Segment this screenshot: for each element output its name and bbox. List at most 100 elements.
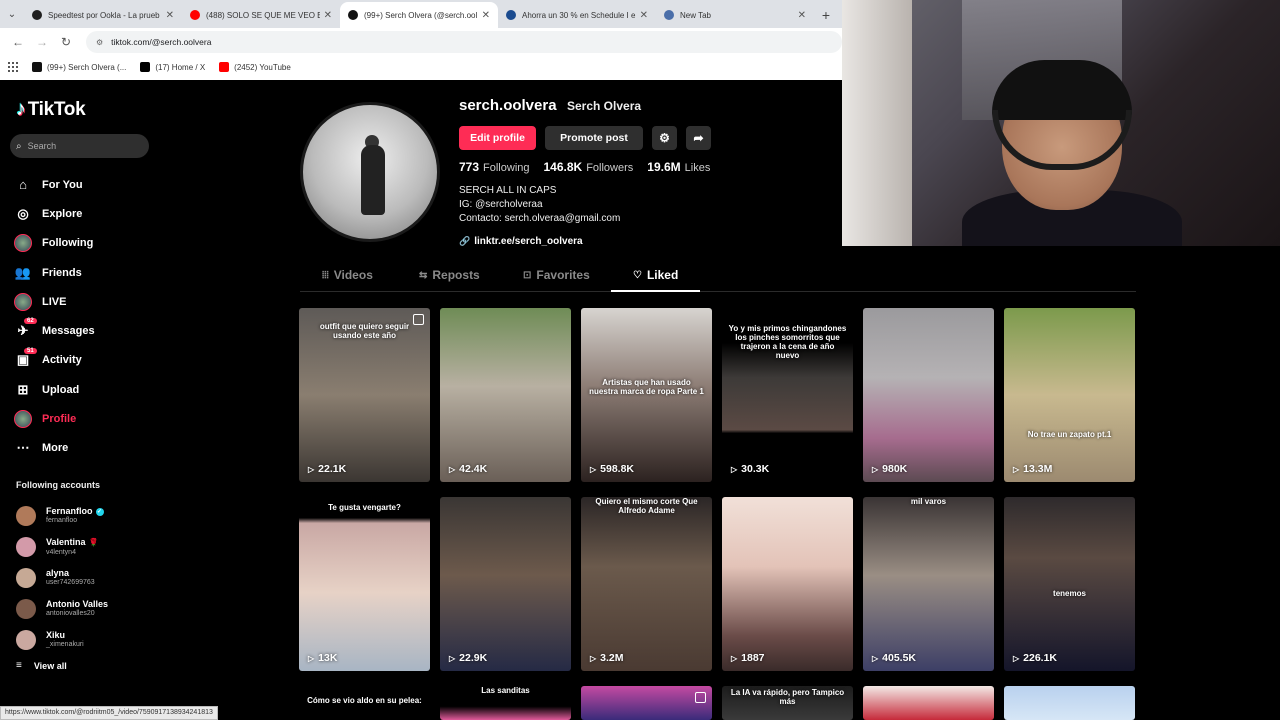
browser-tab[interactable]: New Tab ✕ [656, 2, 814, 28]
bookmarks-bar: (99+) Serch Olvera (... (17) Home / X (245… [0, 56, 842, 78]
sidebar-item-more[interactable]: ⋯ More [14, 434, 95, 463]
view-count-value: 1887 [741, 652, 765, 664]
video-card[interactable]: ▷ 42.4K [440, 308, 571, 482]
video-card[interactable]: mil varos ▷ 405.5K [863, 497, 994, 671]
video-card[interactable]: Te gusta vengarte? ▷ 13K [299, 497, 430, 671]
close-icon[interactable]: ✕ [798, 10, 806, 21]
browser-tab[interactable]: Ahorra un 30 % en Schedule I e ✕ [498, 2, 656, 28]
search-input[interactable]: ⌕ Search [10, 134, 149, 158]
video-card[interactable]: Las sanditas [440, 686, 571, 720]
profile-link[interactable]: 🔗 linktr.ee/serch_oolvera [459, 236, 583, 247]
video-card[interactable]: La IA va rápido, pero Tampico más [722, 686, 853, 720]
account-username: antoniovalles20 [46, 610, 95, 617]
avatar [16, 629, 36, 650]
activity-icon: ▣ [16, 352, 30, 368]
browser-tab[interactable]: (488) SOLO SE QUE ME VEO BI ✕ [182, 2, 340, 28]
video-card[interactable] [1004, 686, 1135, 720]
video-card[interactable]: Artistas que han usado nuestra marca de … [581, 308, 712, 482]
following-label: Following [483, 162, 530, 174]
view-count: ▷ 22.1K [308, 463, 346, 475]
apps-icon[interactable] [8, 62, 18, 72]
sidebar-item-profile[interactable]: Profile [14, 404, 95, 433]
tab-reposts[interactable]: ⇆ Reposts [419, 268, 480, 282]
view-count-value: 598.8K [600, 463, 635, 475]
following-count: 773 [459, 160, 480, 174]
new-tab-plus-icon[interactable]: + [814, 2, 838, 28]
video-card[interactable]: Cómo se vio aldo en su pelea: [299, 686, 430, 720]
video-card[interactable]: ▷ 1887 [722, 497, 853, 671]
site-info-icon[interactable]: ⚙ [96, 38, 103, 47]
edit-profile-button[interactable]: Edit profile [459, 126, 536, 150]
sidebar-item-messages[interactable]: ✈ 62 Messages [14, 316, 95, 345]
video-card[interactable]: ▷ 22.9K [440, 497, 571, 671]
tab-title: (99+) Serch Olvera (@serch.ool [364, 10, 478, 20]
likes-stat: 19.6M Likes [647, 160, 710, 174]
bookmark-item[interactable]: (2452) YouTube [219, 62, 291, 72]
following-account[interactable]: Antonio Valles antoniovalles20 [16, 593, 108, 624]
address-bar[interactable]: ⚙ tiktok.com/@serch.oolvera [86, 31, 842, 53]
tab-videos[interactable]: ⦙⦙⦙ Videos [322, 268, 373, 282]
tab-favicon-icon [506, 10, 516, 20]
sidebar-item-label: LIVE [42, 295, 67, 308]
more-icon: ⋯ [16, 440, 30, 456]
forward-icon[interactable]: → [32, 35, 52, 49]
video-card[interactable]: No trae un zapato pt.1 ▷ 13.3M [1004, 308, 1135, 482]
following-avatar [14, 234, 32, 253]
sidebar-item-activity[interactable]: ▣ 51 Activity [14, 346, 95, 375]
account-name: Antonio Valles [46, 599, 109, 609]
following-account[interactable]: Valentina 🌹 v4lentyn4 [16, 531, 108, 562]
followers-count: 146.8K [543, 160, 583, 174]
video-card[interactable]: ▷ 980K [863, 308, 994, 482]
settings-gear-icon[interactable]: ⚙ [652, 126, 677, 150]
close-icon[interactable]: ✕ [640, 10, 648, 21]
followers-stat[interactable]: 146.8K Followers [544, 160, 634, 174]
sidebar-item-label: Activity [42, 354, 82, 367]
sidebar-item-following[interactable]: Following [14, 229, 95, 258]
photo-carousel-icon [413, 314, 424, 325]
close-icon[interactable]: ✕ [166, 10, 174, 21]
video-card[interactable] [581, 686, 712, 720]
play-icon: ▷ [731, 653, 738, 663]
account-name: alyna [46, 568, 70, 578]
sidebar-item-explore[interactable]: ◎ Explore [14, 199, 95, 228]
tab-favorites[interactable]: ⊡ Favorites [523, 268, 590, 282]
avatar [16, 505, 36, 526]
close-icon[interactable]: ✕ [324, 10, 332, 21]
tab-search-icon[interactable]: ⌄ [0, 0, 24, 28]
following-stat[interactable]: 773 Following [459, 160, 530, 174]
tab-label: Favorites [536, 268, 590, 282]
video-card[interactable]: Yo y mis primos chingandones los pinches… [722, 308, 853, 482]
sidebar-item-for-you[interactable]: ⌂ For You [14, 170, 95, 199]
video-caption: Te gusta vengarte? [328, 503, 401, 512]
bookmark-item[interactable]: (17) Home / X [140, 62, 205, 72]
account-emoji: 🌹 [88, 537, 99, 547]
browser-tab[interactable]: (99+) Serch Olvera (@serch.ool ✕ [340, 2, 498, 28]
bookmark-item[interactable]: (99+) Serch Olvera (... [32, 62, 126, 72]
reload-icon[interactable]: ↻ [56, 35, 76, 49]
sidebar-item-upload[interactable]: ⊞ Upload [14, 375, 95, 404]
view-all-button[interactable]: ≡ View all [16, 660, 67, 671]
compass-icon: ◎ [17, 205, 29, 221]
likes-count: 19.6M [647, 160, 681, 174]
following-account[interactable]: alyna user742699763 [16, 562, 108, 593]
tiktok-logo[interactable]: ♪ TikTok [16, 98, 86, 121]
tab-liked[interactable]: ♡ Liked [633, 268, 678, 282]
following-account[interactable]: Fernanfloo ✓ fernanfloo [16, 500, 108, 531]
profile-actions: Edit profile Promote post ⚙ ➦ [459, 126, 711, 150]
sidebar-item-label: Messages [42, 325, 95, 338]
bookmark-label: (99+) Serch Olvera (... [47, 62, 127, 72]
back-icon[interactable]: ← [8, 35, 28, 49]
profile-avatar[interactable] [300, 102, 440, 242]
browser-tab[interactable]: Speedtest por Ookla - La prueb ✕ [24, 2, 182, 28]
promote-post-button[interactable]: Promote post [545, 126, 643, 150]
following-account[interactable]: Xiku _ximenakuri [16, 624, 108, 655]
video-card[interactable] [863, 686, 994, 720]
video-card[interactable]: Quiero el mismo corte Que Alfredo Adame ▷… [581, 497, 712, 671]
share-icon[interactable]: ➦ [686, 126, 711, 150]
sidebar-item-live[interactable]: LIVE [14, 287, 95, 316]
video-card[interactable]: tenemos ▷ 226.1K [1004, 497, 1135, 671]
close-icon[interactable]: ✕ [482, 10, 490, 21]
video-card[interactable]: outfit que quiero seguir usando este año… [299, 308, 430, 482]
video-caption: outfit que quiero seguir usando este año [319, 322, 410, 340]
sidebar-item-friends[interactable]: 👥 Friends [14, 258, 95, 287]
